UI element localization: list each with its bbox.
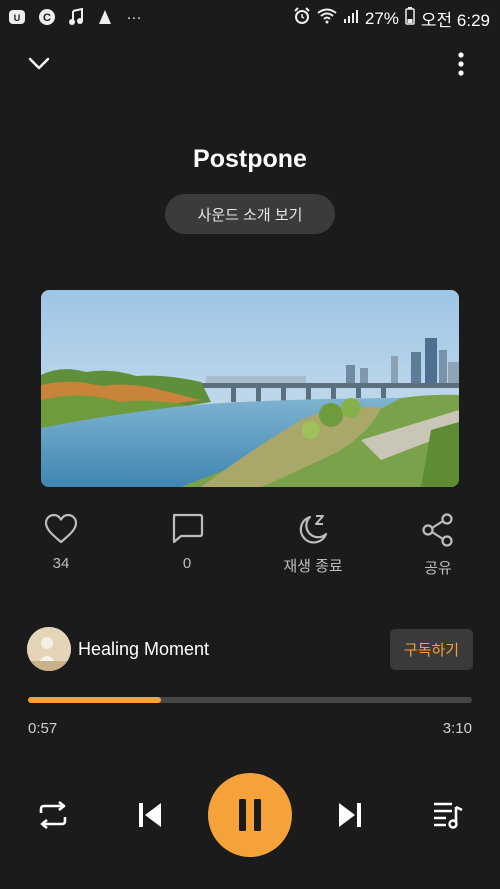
channel-name[interactable]: Healing Moment (78, 639, 209, 660)
status-bar: U C ··· 27% 오전 6:29 (0, 0, 500, 34)
chevron-down-icon (28, 57, 50, 70)
music-note-icon (66, 7, 86, 27)
sleep-timer-icon (299, 515, 328, 544)
skip-next-icon (339, 803, 361, 827)
sleep-timer-label: 재생 종료 (283, 558, 343, 575)
subscribe-button[interactable]: 구독하기 (390, 629, 473, 670)
next-button[interactable] (328, 795, 372, 835)
progress-bar[interactable] (28, 697, 472, 703)
svg-text:U: U (14, 13, 21, 23)
sound-intro-button[interactable]: 사운드 소개 보기 (165, 194, 335, 234)
comment-button[interactable]: 0 (137, 513, 237, 572)
pause-icon (239, 799, 261, 831)
repeat-button[interactable] (30, 795, 76, 835)
signal-icon (343, 8, 359, 29)
more-vertical-icon (458, 52, 464, 76)
battery-icon (405, 7, 415, 30)
skip-previous-icon (139, 803, 161, 827)
battery-percent: 27% (364, 8, 399, 28)
clock: 오전 6:29 (420, 11, 490, 30)
progress-fill (28, 697, 162, 703)
channel-row: Healing Moment 구독하기 (27, 627, 473, 673)
like-button[interactable]: 34 (11, 513, 111, 572)
c-app-icon: C (37, 7, 57, 27)
heart-icon (44, 513, 78, 544)
total-time: 3:10 (442, 720, 472, 737)
repeat-icon (39, 800, 67, 830)
share-button[interactable]: 공유 (388, 513, 488, 578)
svg-text:C: C (43, 12, 51, 24)
sleep-timer-button[interactable]: 재생 종료 (263, 513, 363, 576)
wifi-icon (317, 8, 337, 29)
share-label: 공유 (424, 560, 452, 577)
track-title: Postpone (193, 145, 307, 173)
comment-icon (172, 513, 204, 544)
previous-button[interactable] (128, 795, 172, 835)
notification-icons: U C ··· (8, 7, 144, 27)
comment-count: 0 (182, 555, 192, 572)
like-count: 34 (52, 555, 70, 572)
app-notification-icon: U (8, 7, 28, 27)
elapsed-time: 0:57 (28, 720, 58, 737)
playlist-icon (434, 802, 463, 829)
pause-button[interactable] (208, 773, 292, 857)
channel-avatar[interactable] (27, 627, 71, 671)
collapse-button[interactable] (19, 46, 59, 82)
more-notifications-icon: ··· (126, 8, 142, 26)
action-row: 34 0 재생 종료 공유 (0, 513, 500, 583)
share-icon (422, 513, 453, 547)
system-status: 27% 오전 6:29 (293, 6, 490, 31)
playlist-button[interactable] (426, 795, 470, 835)
album-artwork (41, 290, 459, 487)
app-badge-icon (95, 7, 115, 27)
more-options-button[interactable] (441, 46, 481, 82)
alarm-icon (293, 7, 311, 30)
